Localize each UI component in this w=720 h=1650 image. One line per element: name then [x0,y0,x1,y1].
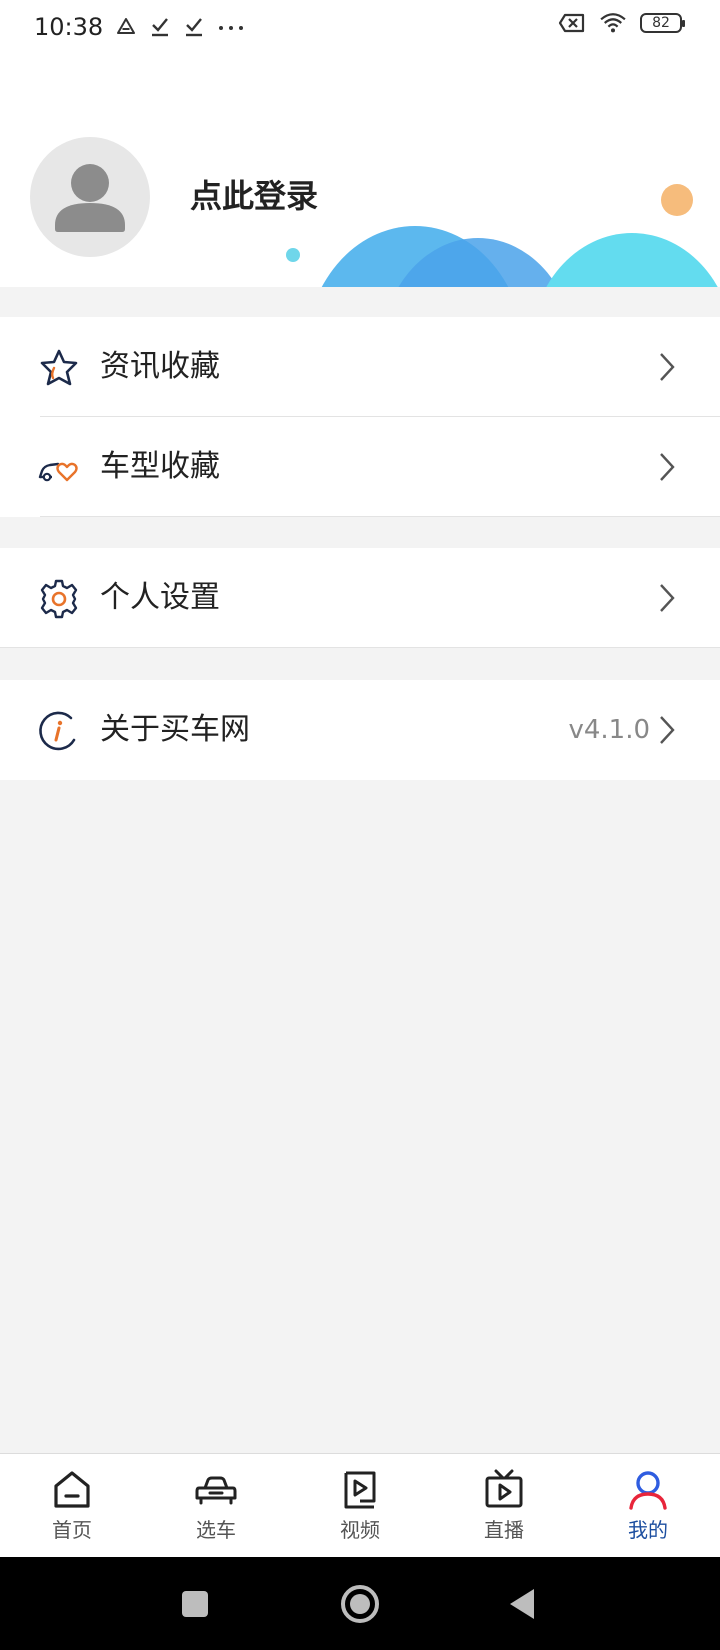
chevron-right-icon [660,353,675,381]
default-user-avatar-icon [55,164,125,232]
menu-item-car-favorites[interactable]: 车型收藏 [0,417,720,517]
back-button-icon[interactable] [500,1583,544,1627]
no-sim-icon [558,13,585,33]
chevron-right-icon [660,716,675,744]
menu-item-settings[interactable]: 个人设置 [0,548,720,648]
profile-header: 点此登录 [0,56,720,287]
menu-label-car-favorites: 车型收藏 [100,449,220,484]
menu-item-about[interactable]: 关于买车网 v4.1.0 [0,680,720,780]
tab-label-video: 视频 [340,1518,380,1542]
drive-icon [117,18,136,34]
bottom-tab-bar: 首页 选车 视频 直播 我的 [0,1453,720,1557]
tv-icon [485,1469,523,1508]
info-icon [39,711,76,751]
status-left: 10:38 [34,12,245,42]
chevron-right-icon [660,453,675,481]
video-icon [344,1471,376,1509]
favorites-group: 资讯收藏 车型收藏 [0,317,720,517]
chevron-right-icon [660,584,675,612]
status-time: 10:38 [34,13,104,41]
recent-apps-icon[interactable] [173,1583,217,1627]
home-icon [54,1471,90,1508]
tab-live[interactable]: 直播 [432,1454,576,1557]
menu-label-news-favorites: 资讯收藏 [100,349,220,384]
more-dots-icon [219,26,244,30]
system-nav-bar [0,1557,720,1650]
settings-group: 个人设置 [0,548,720,648]
status-right: 82 [558,12,685,34]
avatar[interactable] [30,137,150,257]
tab-video[interactable]: 视频 [288,1454,432,1557]
tab-choose-car[interactable]: 选车 [144,1454,288,1557]
status-bar: 10:38 82 [0,0,720,56]
about-group: 关于买车网 v4.1.0 [0,680,720,780]
tab-mine[interactable]: 我的 [576,1454,720,1557]
divider [0,647,720,648]
menu-label-about: 关于买车网 [100,712,250,747]
tab-label-home: 首页 [52,1518,92,1542]
app-version: v4.1.0 [568,715,650,745]
home-button-icon[interactable] [338,1583,382,1627]
tab-label-mine: 我的 [628,1518,668,1542]
gear-icon [40,579,78,619]
car-icon [195,1476,237,1505]
download-done-icon [186,18,203,37]
star-icon [40,349,78,386]
menu-item-news-favorites[interactable]: 资讯收藏 [0,317,720,417]
menu-label-settings: 个人设置 [100,580,220,615]
tab-label-choose-car: 选车 [196,1518,236,1542]
tab-home[interactable]: 首页 [0,1454,144,1557]
login-prompt[interactable]: 点此登录 [190,176,318,216]
battery-icon: 82 [640,13,685,33]
car-heart-icon [38,462,78,482]
divider [40,516,720,517]
download-done-icon [152,18,169,37]
wifi-icon [600,13,626,33]
tab-label-live: 直播 [484,1518,524,1542]
user-icon [629,1471,667,1510]
